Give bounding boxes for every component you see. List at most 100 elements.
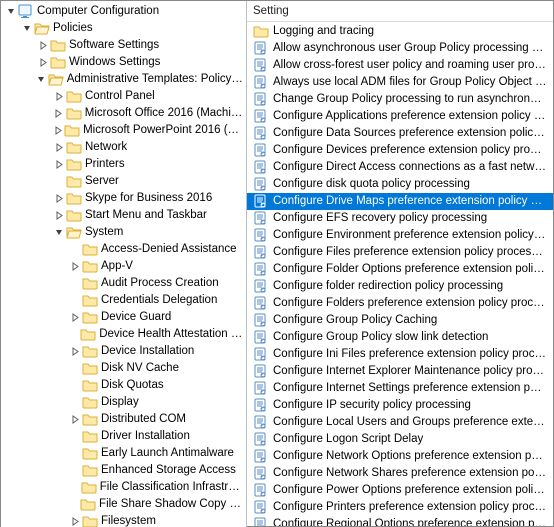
setting-row[interactable]: Configure Files preference extension pol…: [247, 244, 553, 261]
setting-row[interactable]: Configure Printers preference extension …: [247, 499, 553, 516]
folder-icon: [253, 24, 269, 38]
expand-icon[interactable]: [53, 209, 65, 221]
setting-label: Configure Data Sources preference extens…: [273, 125, 547, 141]
tree-item[interactable]: Windows Settings: [1, 54, 246, 70]
setting-row[interactable]: Allow asynchronous user Group Policy pro…: [247, 40, 553, 57]
tree-item[interactable]: Printers: [1, 156, 246, 172]
tree-item[interactable]: Early Launch Antimalware: [1, 445, 246, 461]
settings-list[interactable]: Logging and tracingAllow asynchronous us…: [247, 22, 553, 526]
setting-row[interactable]: Configure Group Policy slow link detecti…: [247, 329, 553, 346]
setting-row[interactable]: Configure Data Sources preference extens…: [247, 125, 553, 142]
expand-icon[interactable]: [53, 124, 63, 136]
tree-item[interactable]: Device Installation: [1, 343, 246, 359]
setting-row[interactable]: Configure Internet Explorer Maintenance …: [247, 363, 553, 380]
setting-row[interactable]: Allow cross-forest user policy and roami…: [247, 57, 553, 74]
setting-row[interactable]: Configure disk quota policy processing: [247, 176, 553, 193]
tree-item[interactable]: App-V: [1, 258, 246, 274]
setting-label: Configure Network Options preference ext…: [273, 448, 547, 464]
folder-icon: [82, 395, 98, 409]
setting-row[interactable]: Configure Regional Options preference ex…: [247, 516, 553, 526]
folder-icon: [80, 327, 96, 341]
expand-icon[interactable]: [69, 413, 81, 425]
tree-item[interactable]: Audit Process Creation: [1, 275, 246, 291]
tree-item[interactable]: Policies: [1, 20, 246, 36]
setting-row[interactable]: Configure IP security policy processing: [247, 397, 553, 414]
setting-row[interactable]: Configure Network Options preference ext…: [247, 448, 553, 465]
setting-row[interactable]: Configure Local Users and Groups prefere…: [247, 414, 553, 431]
tree-item-label: Enhanced Storage Access: [101, 462, 236, 478]
folder-open-icon: [48, 72, 64, 86]
expand-icon[interactable]: [37, 56, 49, 68]
setting-row[interactable]: Configure Environment preference extensi…: [247, 227, 553, 244]
tree-item[interactable]: Access-Denied Assistance: [1, 241, 246, 257]
setting-row[interactable]: Always use local ADM files for Group Pol…: [247, 74, 553, 91]
tree-item[interactable]: Microsoft Office 2016 (Machine): [1, 105, 246, 121]
settings-list-pane: Setting Logging and tracingAllow asynchr…: [247, 1, 553, 526]
tree-item[interactable]: Credentials Delegation: [1, 292, 246, 308]
tree-item[interactable]: Network: [1, 139, 246, 155]
setting-row[interactable]: Configure Folder Options preference exte…: [247, 261, 553, 278]
setting-row[interactable]: Configure Applications preference extens…: [247, 108, 553, 125]
folder-icon: [82, 429, 98, 443]
expand-icon[interactable]: [53, 90, 65, 102]
setting-row[interactable]: Configure Drive Maps preference extensio…: [247, 193, 553, 210]
tree-item[interactable]: Enhanced Storage Access: [1, 462, 246, 478]
collapse-icon[interactable]: [5, 5, 17, 17]
setting-row[interactable]: Configure Network Shares preference exte…: [247, 465, 553, 482]
setting-label: Allow asynchronous user Group Policy pro…: [273, 40, 547, 56]
tree-item[interactable]: Device Guard: [1, 309, 246, 325]
setting-row[interactable]: Configure Devices preference extension p…: [247, 142, 553, 159]
setting-row[interactable]: Configure folder redirection policy proc…: [247, 278, 553, 295]
tree-item[interactable]: Software Settings: [1, 37, 246, 53]
tree-item[interactable]: Server: [1, 173, 246, 189]
expand-icon[interactable]: [69, 260, 81, 272]
setting-row[interactable]: Configure Ini Files preference extension…: [247, 346, 553, 363]
setting-row[interactable]: Configure Internet Settings preference e…: [247, 380, 553, 397]
setting-row[interactable]: Configure EFS recovery policy processing: [247, 210, 553, 227]
collapse-icon[interactable]: [21, 22, 33, 34]
setting-row[interactable]: Configure Logon Script Delay: [247, 431, 553, 448]
expand-icon[interactable]: [69, 311, 81, 323]
policy-setting-icon: [253, 143, 269, 157]
tree-item[interactable]: Computer Configuration: [1, 3, 246, 19]
tree-item[interactable]: Disk Quotas: [1, 377, 246, 393]
expand-icon[interactable]: [37, 39, 49, 51]
setting-row[interactable]: Configure Power Options preference exten…: [247, 482, 553, 499]
setting-label: Configure Ini Files preference extension…: [273, 346, 547, 362]
expand-icon[interactable]: [53, 158, 65, 170]
expand-icon[interactable]: [53, 192, 65, 204]
tree-item[interactable]: Start Menu and Taskbar: [1, 207, 246, 223]
tree-pane[interactable]: Computer ConfigurationPoliciesSoftware S…: [1, 1, 247, 527]
expand-icon[interactable]: [53, 107, 65, 119]
setting-row[interactable]: Configure Folders preference extension p…: [247, 295, 553, 312]
setting-label: Configure Internet Explorer Maintenance …: [273, 363, 547, 379]
tree-item[interactable]: Control Panel: [1, 88, 246, 104]
tree-item[interactable]: File Share Shadow Copy Provider: [1, 496, 246, 512]
tree-item[interactable]: Microsoft PowerPoint 2016 (Machine): [1, 122, 246, 138]
collapse-icon[interactable]: [53, 226, 65, 238]
setting-row[interactable]: Change Group Policy processing to run as…: [247, 91, 553, 108]
setting-row[interactable]: Configure Group Policy Caching: [247, 312, 553, 329]
setting-label: Always use local ADM files for Group Pol…: [273, 74, 547, 90]
folder-icon: [80, 497, 96, 511]
expand-icon[interactable]: [69, 515, 81, 527]
tree-item[interactable]: Device Health Attestation Service: [1, 326, 246, 342]
setting-label: Configure Devices preference extension p…: [273, 142, 547, 158]
tree-item[interactable]: Display: [1, 394, 246, 410]
tree-item[interactable]: Filesystem: [1, 513, 246, 527]
setting-row[interactable]: Configure Direct Access connections as a…: [247, 159, 553, 176]
column-header-setting[interactable]: Setting: [247, 1, 553, 22]
tree-item-label: Windows Settings: [69, 54, 160, 70]
tree-item[interactable]: System: [1, 224, 246, 240]
tree-item[interactable]: Driver Installation: [1, 428, 246, 444]
tree-item[interactable]: Skype for Business 2016: [1, 190, 246, 206]
tree-item[interactable]: Distributed COM: [1, 411, 246, 427]
tree-item-label: Administrative Templates: Policy definit…: [67, 71, 244, 87]
tree-item[interactable]: File Classification Infrastructure: [1, 479, 246, 495]
expand-icon[interactable]: [69, 345, 81, 357]
tree-item[interactable]: Disk NV Cache: [1, 360, 246, 376]
collapse-icon[interactable]: [37, 73, 47, 85]
setting-row[interactable]: Logging and tracing: [247, 23, 553, 40]
tree-item[interactable]: Administrative Templates: Policy definit…: [1, 71, 246, 87]
expand-icon[interactable]: [53, 141, 65, 153]
